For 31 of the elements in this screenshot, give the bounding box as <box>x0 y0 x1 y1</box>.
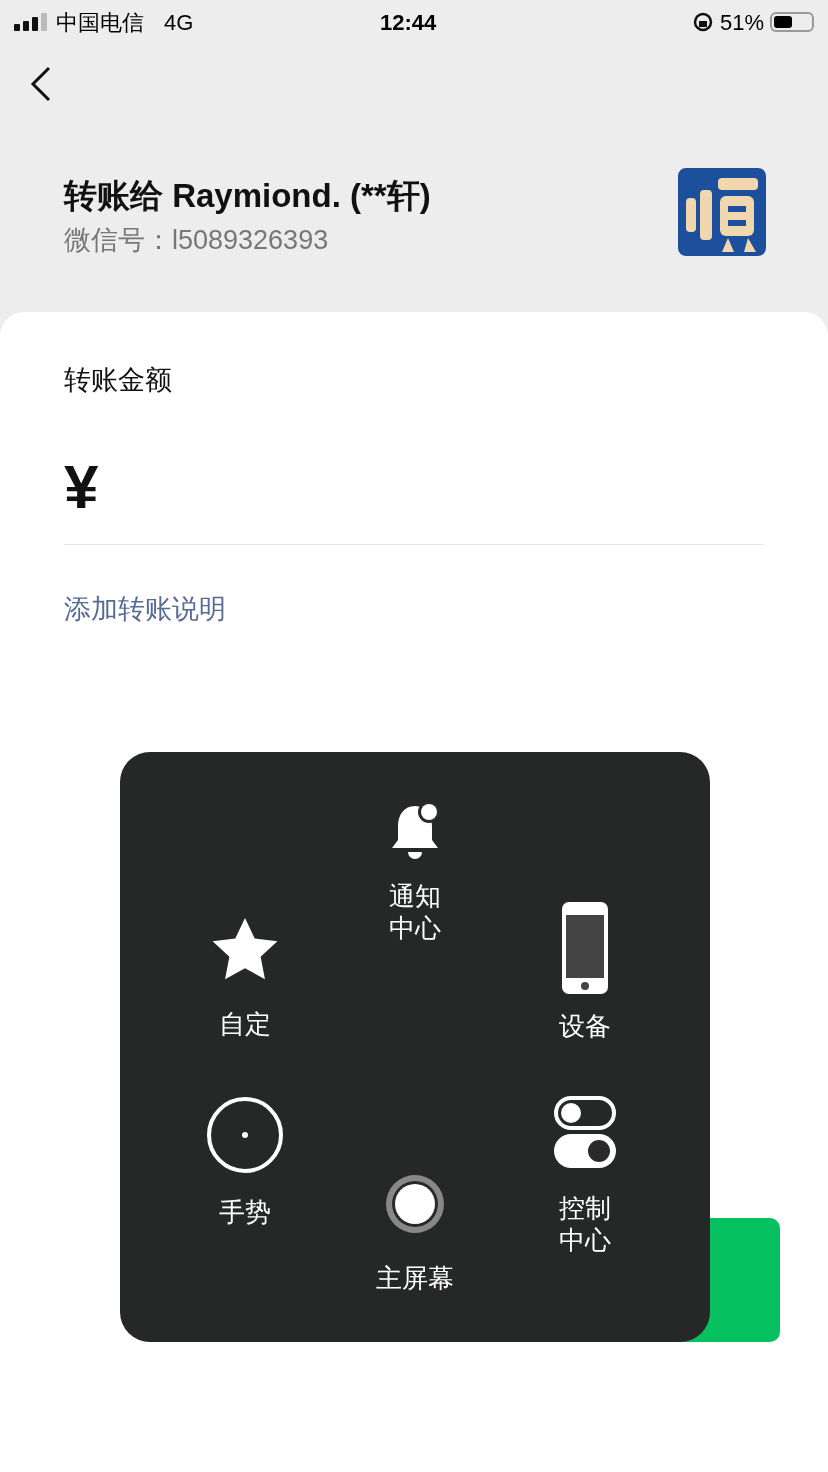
amount-field[interactable]: ¥ <box>64 400 764 545</box>
toggles-icon <box>554 1096 616 1168</box>
menu-item[interactable]: 主屏幕 <box>330 1174 500 1294</box>
currency-symbol: ¥ <box>64 450 99 523</box>
menu-item-label: 设备 <box>559 1010 611 1042</box>
network-type: 4G <box>164 8 194 37</box>
carrier-name: 中国电信 <box>56 8 144 37</box>
clock: 12:44 <box>380 8 437 37</box>
star-icon <box>212 918 278 980</box>
menu-item-label: 自定 <box>219 1008 271 1040</box>
amount-label: 转账金额 <box>64 364 173 397</box>
battery-percent: 51% <box>719 8 764 37</box>
menu-item[interactable]: 手势 <box>160 1096 330 1228</box>
menu-item[interactable]: 控制中心 <box>500 1096 670 1256</box>
home-button-icon <box>385 1174 445 1234</box>
add-note-link[interactable]: 添加转账说明 <box>64 588 764 629</box>
back-icon[interactable] <box>30 66 52 102</box>
rotation-lock-icon <box>691 11 714 33</box>
battery-icon <box>770 12 814 32</box>
phone-icon <box>562 902 608 994</box>
menu-item-label: 控制中心 <box>558 1192 612 1256</box>
recipient-title: 转账给 Raymiond. (**轩) <box>64 176 431 216</box>
menu-item-label: 通知中心 <box>388 880 442 944</box>
menu-item-label: 主屏幕 <box>376 1262 454 1294</box>
wechat-id: 微信号：l5089326393 <box>64 224 330 257</box>
menu-item[interactable]: 设备 <box>500 902 670 1042</box>
menu-item[interactable]: 自定 <box>160 918 330 1040</box>
menu-item[interactable]: 通知中心 <box>330 800 500 944</box>
signal-icon <box>14 13 48 31</box>
circle-icon <box>206 1096 284 1174</box>
menu-item-label: 手势 <box>219 1196 271 1228</box>
